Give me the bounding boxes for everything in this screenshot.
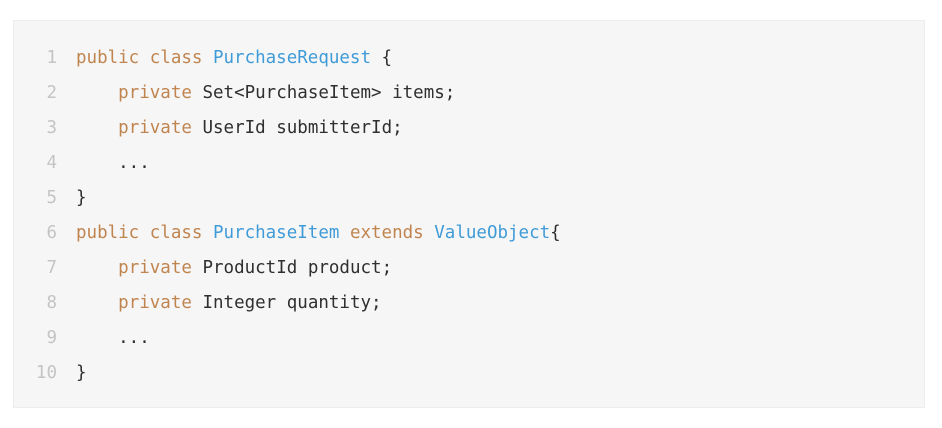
type-token: PurchaseItem xyxy=(212,223,340,243)
code-text: } xyxy=(76,181,87,216)
keyword-token: public class xyxy=(76,223,213,243)
line-number: 1 xyxy=(46,48,57,68)
keyword-token: private xyxy=(118,118,192,138)
code-text: ... xyxy=(76,146,150,181)
line-number: 9 xyxy=(46,328,57,348)
plain-token: } xyxy=(76,363,87,383)
plain-token: ProductId product; xyxy=(191,258,393,278)
code-text: private ProductId product; xyxy=(76,251,392,286)
code-text: private UserId submitterId; xyxy=(76,111,403,146)
type-token: PurchaseRequest xyxy=(212,48,372,68)
line-number: 2 xyxy=(46,83,57,103)
type-token: ValueObject xyxy=(434,223,551,243)
code-text: public class PurchaseRequest { xyxy=(76,41,392,76)
keyword-token: private xyxy=(118,83,192,103)
code-line: 1 public class PurchaseRequest { xyxy=(14,41,924,76)
code-line: 8 private Integer quantity; xyxy=(14,286,924,321)
code-text: } xyxy=(76,356,87,391)
plain-token: ... xyxy=(76,328,150,348)
line-number: 10 xyxy=(35,363,57,383)
code-line: 5} xyxy=(14,181,924,216)
line-number: 8 xyxy=(46,293,57,313)
code-line: 6 public class PurchaseItem extends Value… xyxy=(14,216,924,251)
code-line: 2 private Set<PurchaseItem> items; xyxy=(14,76,924,111)
plain-token: } xyxy=(76,188,87,208)
line-number: 6 xyxy=(46,223,57,243)
code-line: 9 ... xyxy=(14,321,924,356)
code-block: 1 public class PurchaseRequest {2 private… xyxy=(13,20,925,408)
code-text: private Integer quantity; xyxy=(76,286,382,321)
code-lines: 1 public class PurchaseRequest {2 private… xyxy=(14,41,924,391)
keyword-token: private xyxy=(118,293,192,313)
code-text: ... xyxy=(76,321,150,356)
keyword-token: public class xyxy=(76,48,213,68)
line-number: 3 xyxy=(46,118,57,138)
keyword-token: extends xyxy=(349,223,424,243)
line-number: 7 xyxy=(46,258,57,278)
line-number: 5 xyxy=(46,188,57,208)
keyword-token: private xyxy=(118,258,192,278)
code-line: 7 private ProductId product; xyxy=(14,251,924,286)
line-number: 4 xyxy=(46,153,57,173)
plain-token: Integer quantity; xyxy=(191,293,382,313)
plain-token: { xyxy=(371,48,393,68)
plain-token: UserId submitterId; xyxy=(191,118,403,138)
code-text: public class PurchaseItem extends ValueO… xyxy=(76,216,561,251)
code-line: 10} xyxy=(14,356,924,391)
plain-token: ... xyxy=(76,153,150,173)
code-line: 4 ... xyxy=(14,146,924,181)
plain-token: { xyxy=(550,223,561,243)
plain-token: Set<PurchaseItem> items; xyxy=(191,83,456,103)
code-text: private Set<PurchaseItem> items; xyxy=(76,76,455,111)
code-line: 3 private UserId submitterId; xyxy=(14,111,924,146)
